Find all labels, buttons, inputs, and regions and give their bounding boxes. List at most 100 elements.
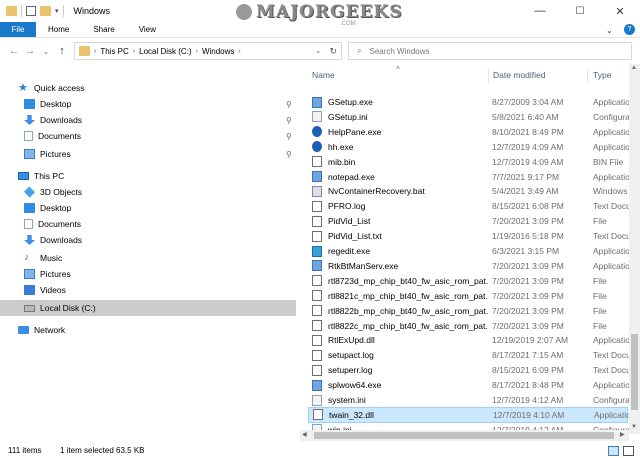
sidebar-item-desktop[interactable]: Desktop: [0, 200, 71, 216]
file-row[interactable]: rtl8821c_mp_chip_bt40_fw_asic_rom_pat...…: [308, 288, 628, 304]
chevron-right-icon[interactable]: ›: [238, 48, 240, 55]
file-row[interactable]: rtl8822b_mp_chip_bt40_fw_asic_rom_pat...…: [308, 303, 628, 319]
documents-icon: [24, 131, 33, 141]
close-button[interactable]: ✕: [600, 0, 640, 22]
details-view-icon[interactable]: [608, 445, 619, 456]
column-header-type[interactable]: Type: [593, 70, 611, 80]
scrollbar-thumb[interactable]: [631, 334, 638, 410]
file-row[interactable]: RtlExUpd.dll 12/19/2019 2:07 AM Applicatio…: [308, 332, 629, 348]
sidebar-item-videos[interactable]: Videos: [0, 282, 66, 298]
network-icon: [18, 326, 29, 334]
address-dropdown-icon[interactable]: ⌄: [315, 47, 321, 55]
file-row[interactable]: rtl8723d_mp_chip_bt40_fw_asic_rom_pat...…: [308, 273, 628, 289]
file-row[interactable]: rtl8822c_mp_chip_bt40_fw_asic_rom_pat...…: [308, 318, 628, 334]
sidebar-item-network[interactable]: Network: [0, 322, 65, 338]
sidebar-item-local-disk-c[interactable]: Local Disk (C:): [0, 300, 296, 316]
downloads-icon: [24, 115, 35, 125]
file-row[interactable]: system.ini 12/7/2019 4:12 AM Configurati: [308, 392, 629, 408]
recent-locations-button[interactable]: ⌄: [38, 47, 54, 56]
file-row[interactable]: twain_32.dll 12/7/2019 4:10 AM Application: [308, 406, 629, 423]
file-list[interactable]: ^ Name Date modified Type GSetup.exe 8/27…: [300, 64, 629, 430]
file-row[interactable]: setupact.log 8/17/2021 7:15 AM Text Docu: [308, 347, 629, 363]
scroll-down-icon[interactable]: ▼: [631, 424, 637, 430]
scrollbar-thumb[interactable]: [314, 432, 614, 439]
sidebar-item-this-pc[interactable]: This PC: [0, 168, 64, 184]
navigation-pane[interactable]: ★ Quick access Desktop ⚲ Downloads ⚲ Documents…: [0, 64, 300, 434]
column-headers: ^ Name Date modified Type: [300, 65, 629, 83]
sidebar-item-downloads[interactable]: Downloads ⚲: [0, 112, 292, 128]
customize-toolbar-icon[interactable]: ▾: [55, 7, 59, 15]
minimize-button[interactable]: —: [520, 0, 560, 22]
file-row[interactable]: PFRO.log 8/15/2021 6:08 PM Text Docu: [308, 198, 629, 214]
scroll-up-icon[interactable]: ▲: [631, 65, 637, 71]
file-row[interactable]: hh.exe 12/7/2019 4:09 AM Application: [308, 139, 629, 155]
file-row[interactable]: mib.bin 12/7/2019 4:09 AM BIN File: [308, 154, 628, 170]
breadcrumb-windows[interactable]: Windows: [202, 47, 234, 56]
horizontal-scrollbar[interactable]: ◀ ▶: [300, 430, 629, 441]
column-divider[interactable]: [587, 69, 588, 83]
file-name: PidVid_List.txt: [328, 231, 382, 242]
file-name: notepad.exe: [328, 171, 375, 182]
refresh-icon[interactable]: ↻: [329, 46, 337, 57]
file-row[interactable]: setuperr.log 8/15/2021 6:09 PM Text Docu: [308, 362, 629, 378]
file-row[interactable]: GSetup.ini 5/8/2021 6:40 AM Configurati: [308, 109, 629, 125]
file-row[interactable]: GSetup.exe 8/27/2009 3:04 AM Application: [308, 94, 629, 110]
sidebar-item-quick-access[interactable]: ★ Quick access: [0, 80, 85, 96]
file-type: Text Docu: [593, 231, 629, 242]
column-divider[interactable]: [488, 69, 489, 83]
forward-button[interactable]: →: [22, 45, 38, 57]
tab-file[interactable]: File: [0, 22, 36, 37]
tab-home[interactable]: Home: [36, 22, 81, 37]
file-type: Application: [593, 97, 629, 107]
up-button[interactable]: ↑: [54, 45, 70, 57]
sidebar-item-desktop[interactable]: Desktop ⚲: [0, 96, 292, 112]
properties-icon[interactable]: [26, 6, 36, 16]
help-icon[interactable]: ?: [624, 24, 635, 35]
scroll-left-icon[interactable]: ◀: [302, 431, 307, 438]
vertical-scrollbar[interactable]: ▲ ▼: [629, 64, 640, 434]
sidebar-item-documents[interactable]: Documents: [0, 216, 81, 232]
reg-file-icon: [312, 245, 322, 257]
sidebar-item-label: Documents: [38, 219, 81, 229]
sidebar-item-pictures[interactable]: Pictures ⚲: [0, 146, 292, 162]
sidebar-item-downloads[interactable]: Downloads: [0, 232, 82, 248]
music-icon: ♪: [24, 252, 29, 263]
scroll-right-icon[interactable]: ▶: [620, 431, 625, 438]
search-icon: ⌕: [357, 46, 362, 55]
file-date: 7/7/2021 9:17 PM: [492, 171, 560, 182]
sidebar-item-documents[interactable]: Documents ⚲: [0, 128, 292, 144]
file-type: File: [593, 305, 607, 316]
file-row[interactable]: win.ini12/7/2019 4:12 AMConfigurati: [308, 422, 629, 430]
file-row[interactable]: NvContainerRecovery.bat 5/4/2021 3:49 AM W…: [308, 183, 628, 199]
breadcrumb-local-disk[interactable]: Local Disk (C:): [139, 47, 191, 56]
file-row[interactable]: PidVid_List.txt 1/19/2016 5:18 PM Text Doc…: [308, 228, 629, 244]
file-name: HelpPane.exe: [328, 126, 382, 137]
column-header-date[interactable]: Date modified: [493, 70, 545, 80]
large-icons-view-icon[interactable]: [623, 445, 634, 456]
file-row[interactable]: splwow64.exe 8/17/2021 8:48 PM Application: [308, 377, 629, 393]
search-box[interactable]: ⌕ Search Windows: [348, 42, 632, 60]
breadcrumb-this-pc[interactable]: This PC: [100, 47, 128, 56]
file-date: 7/20/2021 3:09 PM: [492, 305, 564, 316]
item-count: 111 items: [8, 446, 42, 455]
file-row[interactable]: regedit.exe 6/3/2021 3:15 PM Application: [308, 243, 629, 259]
file-type: Windows: [593, 186, 628, 197]
sidebar-item-3d-objects[interactable]: 3D Objects: [0, 184, 82, 200]
file-row[interactable]: HelpPane.exe 8/10/2021 8:49 PM Application: [308, 124, 629, 140]
back-button[interactable]: ←: [6, 45, 22, 57]
tab-share[interactable]: Share: [81, 22, 126, 37]
file-row[interactable]: RtkBtManServ.exe 7/20/2021 3:09 PM Applica…: [308, 258, 629, 274]
new-folder-icon[interactable]: [40, 6, 51, 16]
pin-icon: ⚲: [286, 99, 292, 109]
file-row[interactable]: PidVid_List 7/20/2021 3:09 PM File: [308, 213, 628, 229]
column-header-name[interactable]: Name: [312, 70, 335, 80]
address-bar[interactable]: › This PC › Local Disk (C:) › Windows › ⌄ ↻: [74, 42, 342, 60]
file-row[interactable]: notepad.exe 7/7/2021 9:17 PM Application: [308, 169, 629, 185]
tab-view[interactable]: View: [127, 22, 168, 37]
bat-file-icon: [312, 185, 322, 197]
sidebar-item-pictures[interactable]: Pictures: [0, 266, 71, 282]
sidebar-item-music[interactable]: ♪ Music: [0, 250, 62, 266]
help-file-icon: [312, 126, 322, 138]
expand-ribbon-icon[interactable]: ⌄: [606, 22, 613, 38]
maximize-button[interactable]: ☐: [560, 0, 600, 22]
